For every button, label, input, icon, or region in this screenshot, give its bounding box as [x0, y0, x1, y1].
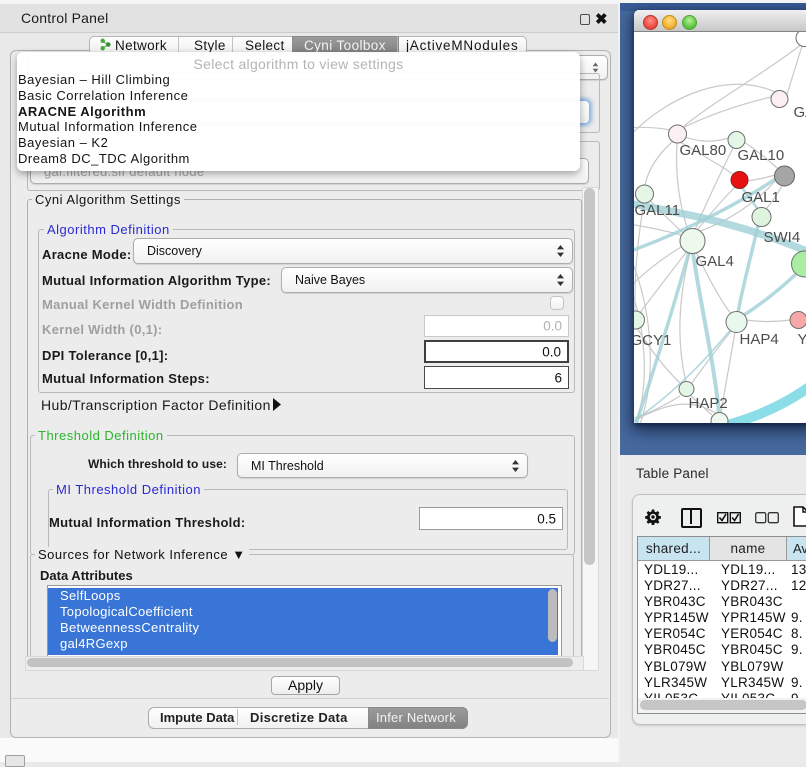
svg-text:Y: Y [797, 331, 806, 348]
svg-text:GAL4: GAL4 [695, 253, 733, 270]
svg-text:GAL80: GAL80 [679, 142, 726, 159]
svg-text:HAP2: HAP2 [688, 395, 727, 412]
svg-text:GAL1: GAL1 [741, 189, 779, 206]
svg-text:HAP4: HAP4 [739, 331, 778, 348]
svg-text:GAL10: GAL10 [737, 147, 784, 164]
svg-text:GAL11: GAL11 [634, 202, 680, 219]
svg-text:GCY1: GCY1 [634, 332, 671, 349]
svg-text:SWI4: SWI4 [763, 229, 800, 246]
svg-text:GAL7: GAL7 [793, 104, 806, 121]
